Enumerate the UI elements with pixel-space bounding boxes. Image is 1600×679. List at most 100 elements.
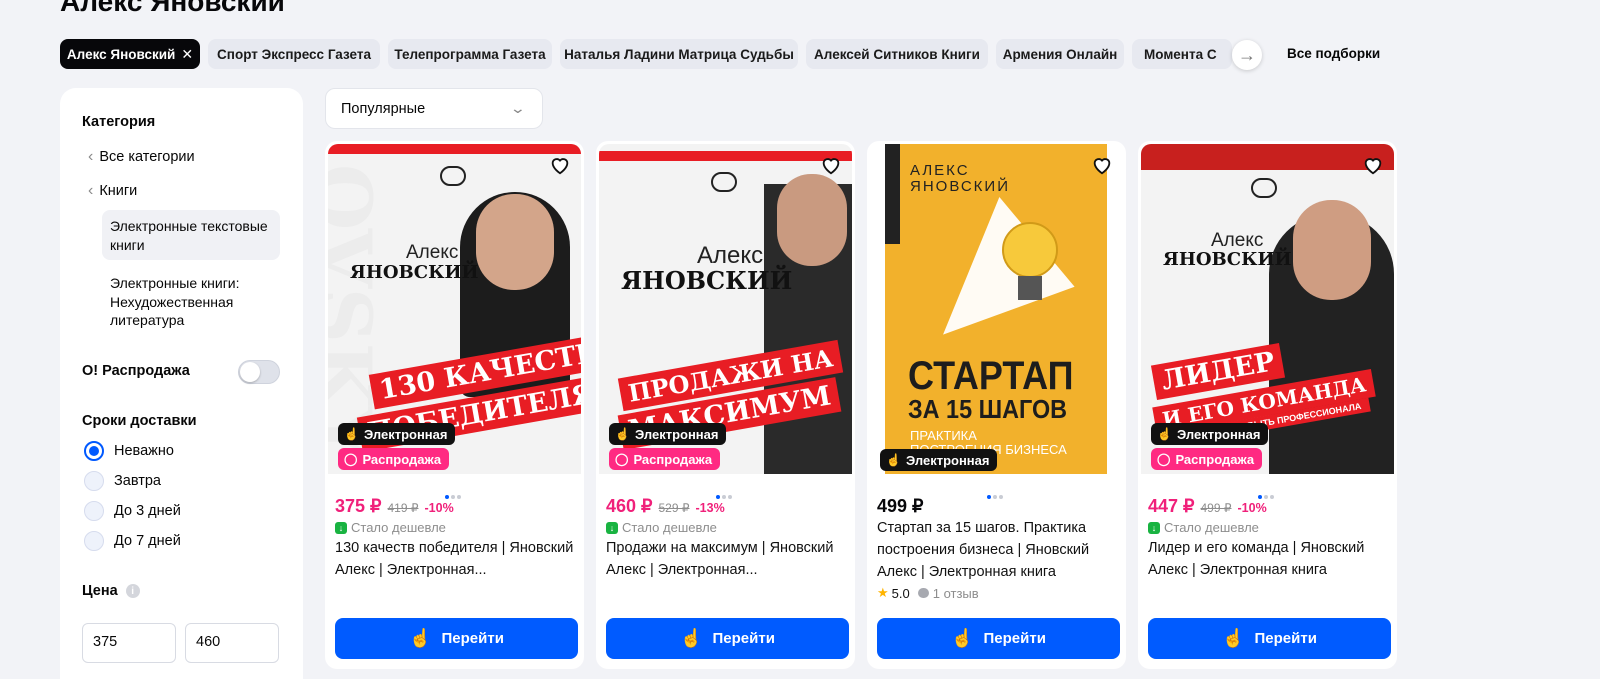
books-category-link[interactable]: ‹ Книги: [88, 182, 137, 200]
go-button[interactable]: ☝ Перейти: [335, 618, 578, 659]
comment-icon: [917, 588, 929, 598]
delivery-option-label: До 7 дней: [114, 533, 181, 549]
price-drop-note: ↓ Стало дешевле: [1148, 520, 1259, 535]
all-collections-link[interactable]: Все подборки: [1287, 46, 1380, 61]
sale-label: Распродажа: [1175, 451, 1255, 467]
chip[interactable]: Спорт Экспресс Газета: [208, 39, 380, 69]
price-drop-label: Стало дешевле: [351, 520, 446, 535]
electronic-badge: ☝ Электронная: [609, 423, 727, 445]
arrow-down-icon: ↓: [1148, 521, 1160, 534]
go-button[interactable]: ☝ Перейти: [606, 618, 849, 659]
cover-author-first: Алекс: [406, 242, 459, 263]
product-cover[interactable]: АЛЕКС ЯНОВСКИЙ СТАРТАП ЗА 15 ШАГОВ ПРАКТ…: [870, 144, 1123, 474]
discount: -10%: [424, 501, 454, 515]
electronic-label: Электронная: [1176, 426, 1261, 442]
go-label: Перейти: [1254, 630, 1317, 647]
product-title[interactable]: Лидер и его команда | Яновский Алекс | Э…: [1148, 537, 1388, 581]
price-drop-note: ↓ Стало дешевле: [606, 520, 717, 535]
price-drop-note: ↓ Стало дешевле: [335, 520, 446, 535]
close-icon[interactable]: ✕: [181, 46, 193, 63]
chip[interactable]: Момента С: [1132, 39, 1232, 69]
electronic-badge: ☝ Электронная: [880, 449, 998, 471]
carousel-dots: [987, 486, 1007, 499]
radio: [84, 501, 104, 521]
price-to-input[interactable]: 460: [185, 623, 279, 663]
touch-icon: ☝: [409, 628, 432, 648]
rating: ★ 5.0 1 отзыв: [877, 585, 979, 601]
delivery-option[interactable]: До 3 дней: [84, 501, 181, 521]
price: 499 ₽: [877, 496, 924, 516]
all-categories-link[interactable]: ‹ Все категории: [88, 148, 195, 166]
chip[interactable]: Армения Онлайн: [996, 39, 1124, 69]
delivery-option[interactable]: До 7 дней: [84, 531, 181, 551]
info-icon[interactable]: i: [125, 584, 140, 598]
toggle-knob: [240, 362, 260, 382]
product-cover[interactable]: OVSKY Алекс ЯНОВСКИЙ 130 КАЧЕСТВ ПОБЕДИТ…: [328, 144, 581, 474]
product-card[interactable]: АЛЕКС ЯНОВСКИЙ СТАРТАП ЗА 15 ШАГОВ ПРАКТ…: [867, 141, 1126, 669]
sale-icon: ◯: [344, 452, 358, 466]
arrow-down-icon: ↓: [606, 521, 618, 534]
sale-icon: ◯: [1157, 452, 1171, 466]
chip[interactable]: Алексей Ситников Книги: [806, 39, 988, 69]
old-price: 499 ₽: [1200, 501, 1232, 515]
page-title: Алекс Яновский: [60, 0, 285, 17]
sale-label: Распродажа: [633, 451, 713, 467]
touch-icon: ☝: [1157, 427, 1172, 441]
delivery-option-label: До 3 дней: [114, 503, 181, 519]
sale-badge: ◯ Распродажа: [1151, 448, 1263, 470]
sort-value: Популярные: [341, 100, 426, 117]
product-title[interactable]: Стартап за 15 шагов. Практика построения…: [877, 517, 1117, 583]
filters-sidebar: Категория ‹ Все категории ‹ Книги Электр…: [60, 88, 303, 679]
carousel-dots: [1258, 486, 1278, 499]
delivery-option[interactable]: Неважно: [84, 441, 174, 461]
chip[interactable]: Наталья Ладини Матрица Судьбы: [560, 39, 798, 69]
subcategory-active[interactable]: Электронные текстовые книги: [102, 210, 280, 260]
heart-icon[interactable]: [820, 154, 842, 176]
reviews-count[interactable]: 1 отзыв: [917, 586, 979, 601]
product-cover[interactable]: Алекс ЯНОВСКИЙ ЛИДЕР И ЕГО КОМАНДА ИСКУС…: [1141, 144, 1394, 474]
product-title[interactable]: Продажи на максимум | Яновский Алекс | Э…: [606, 537, 846, 581]
chip[interactable]: Телепрограмма Газета: [388, 39, 552, 69]
heart-icon[interactable]: [549, 154, 571, 176]
price-drop-label: Стало дешевле: [622, 520, 717, 535]
product-cover[interactable]: Алекс ЯНОВСКИЙ ПРОДАЖИ НА МАКСИМУМ ☝ Элек…: [599, 144, 852, 474]
star-icon: ★: [877, 585, 889, 600]
electronic-label: Электронная: [363, 426, 448, 442]
product-card[interactable]: Алекс ЯНОВСКИЙ ЛИДЕР И ЕГО КОМАНДА ИСКУС…: [1138, 141, 1397, 669]
touch-icon: ☝: [951, 628, 974, 648]
sort-select[interactable]: Популярные ⌄: [325, 88, 543, 129]
collection-chips: Алекс Яновский ✕ Спорт Экспресс Газета Т…: [60, 39, 1380, 69]
cover-line-3: ПРАКТИКА: [910, 428, 977, 443]
heart-icon[interactable]: [1362, 154, 1384, 176]
product-card[interactable]: OVSKY Алекс ЯНОВСКИЙ 130 КАЧЕСТВ ПОБЕДИТ…: [325, 141, 584, 669]
cover-author-last: ЯНОВСКИЙ: [910, 178, 1010, 195]
books-label: Книги: [99, 183, 138, 199]
electronic-label: Электронная: [905, 452, 990, 468]
price-row: 375 ₽ 419 ₽ -10%: [335, 496, 454, 517]
subcategory-link[interactable]: Электронные книги: Нехудожественная лите…: [102, 267, 280, 336]
sale-toggle[interactable]: [238, 360, 280, 384]
old-price: 419 ₽: [387, 501, 419, 515]
price-heading-label: Цена: [82, 583, 118, 599]
product-title[interactable]: 130 качеств победителя | Яновский Алекс …: [335, 537, 575, 581]
electronic-badge: ☝ Электронная: [1151, 423, 1269, 445]
electronic-label: Электронная: [634, 426, 719, 442]
product-card[interactable]: Алекс ЯНОВСКИЙ ПРОДАЖИ НА МАКСИМУМ ☝ Элек…: [596, 141, 855, 669]
delivery-option-label: Завтра: [114, 473, 161, 489]
sale-badge: ◯ Распродажа: [609, 448, 721, 470]
heart-icon[interactable]: [1091, 154, 1113, 176]
chip-active[interactable]: Алекс Яновский ✕: [60, 39, 200, 69]
cover-author-last: ЯНОВСКИЙ: [350, 262, 479, 283]
go-button[interactable]: ☝ Перейти: [1148, 618, 1391, 659]
sale-icon: ◯: [615, 452, 629, 466]
arrow-right-icon[interactable]: →: [1232, 40, 1262, 70]
price-from-input[interactable]: 375: [82, 623, 176, 663]
all-categories-label: Все категории: [99, 149, 195, 165]
go-label: Перейти: [441, 630, 504, 647]
delivery-option[interactable]: Завтра: [84, 471, 161, 491]
touch-icon: ☝: [680, 628, 703, 648]
go-button[interactable]: ☝ Перейти: [877, 618, 1120, 659]
price-drop-label: Стало дешевле: [1164, 520, 1259, 535]
old-price: 529 ₽: [658, 501, 690, 515]
delivery-option-label: Неважно: [114, 443, 174, 459]
